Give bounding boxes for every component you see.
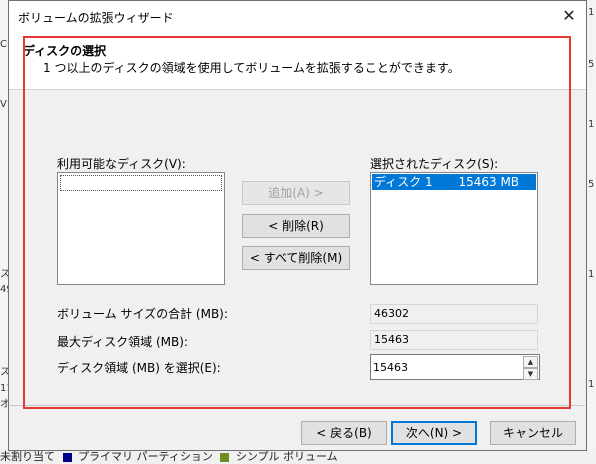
available-disks-list[interactable] [57, 172, 225, 285]
space-quantity-stepper[interactable]: ▲ ▼ [370, 354, 540, 380]
footer-divider [10, 405, 585, 406]
dialog-title: ボリュームの拡張ウィザード [18, 11, 174, 25]
legend-unallocated-label: 未割り当て [0, 450, 55, 463]
spin-up-arrow-icon[interactable]: ▲ [523, 356, 538, 368]
selected-disk-name: ディスク 1 [374, 175, 433, 189]
max-space-label: 最大ディスク領域 (MB): [57, 335, 188, 349]
legend-simple-label: シンプル ボリューム [235, 450, 338, 463]
space-input[interactable] [373, 357, 513, 377]
legend-simple-swatch [220, 452, 230, 462]
spin-down-arrow-icon[interactable]: ▼ [523, 368, 538, 380]
legend-primary-label: プライマリ パーティション [78, 450, 213, 463]
selected-disks-list[interactable]: ディスク 1 15463 MB [370, 172, 538, 285]
legend-primary-swatch [62, 452, 72, 462]
back-button[interactable]: < 戻る(B) [301, 421, 387, 445]
list-focus-row [60, 175, 222, 191]
max-space-value: 15463 [370, 330, 538, 350]
total-size-value: 46302 [370, 304, 538, 324]
remove-button[interactable]: < 削除(R) [242, 214, 350, 238]
cancel-button[interactable]: キャンセル [490, 421, 576, 445]
remove-all-button[interactable]: < すべて削除(M) [242, 246, 350, 270]
selected-disks-label: 選択されたディスク(S): [370, 157, 499, 171]
available-disks-label: 利用可能なディスク(V): [57, 157, 186, 171]
select-space-label: ディスク領域 (MB) を選択(E): [57, 361, 221, 375]
header-title: ディスクの選択 [23, 44, 107, 58]
extend-volume-wizard-dialog: ボリュームの拡張ウィザード ✕ ディスクの選択 1 つ以上のディスクの領域を使用… [8, 0, 587, 451]
list-item[interactable]: ディスク 1 15463 MB [372, 174, 536, 190]
next-button[interactable]: 次へ(N) > [391, 421, 477, 445]
header-subtitle: 1 つ以上のディスクの領域を使用してボリュームを拡張することができます。 [43, 61, 460, 75]
selected-disk-size: 15463 MB [458, 175, 520, 189]
background-legend: 未割り当て プライマリ パーティション シンプル ボリューム [0, 449, 596, 464]
wizard-header: ディスクの選択 1 つ以上のディスクの領域を使用してボリュームを拡張することがで… [9, 32, 586, 90]
background-window-right: 1 5 1 5 1 1 [587, 0, 596, 464]
close-icon[interactable]: ✕ [558, 5, 580, 27]
add-button[interactable]: 追加(A) > [242, 181, 350, 205]
title-bar[interactable]: ボリュームの拡張ウィザード ✕ [9, 1, 586, 32]
total-size-label: ボリューム サイズの合計 (MB): [57, 307, 228, 321]
